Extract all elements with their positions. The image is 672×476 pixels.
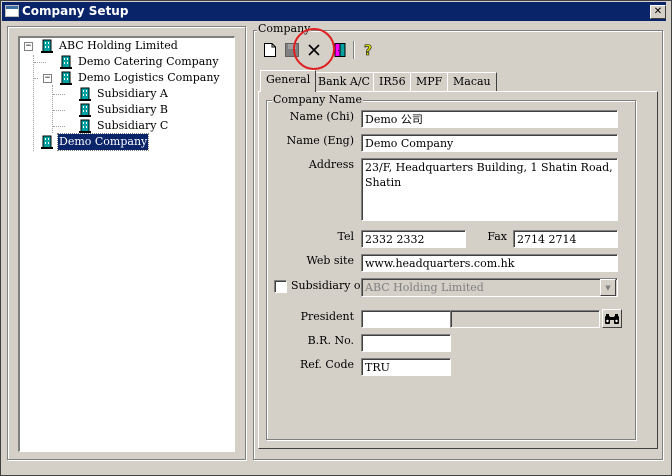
tab-ir56[interactable]: IR56 bbox=[373, 72, 412, 91]
building-icon bbox=[79, 119, 91, 133]
president-lookup-button[interactable] bbox=[602, 309, 622, 328]
address-label: Address bbox=[308, 158, 354, 171]
tree-connector bbox=[34, 62, 46, 63]
website-label: Web site bbox=[306, 254, 354, 267]
tree-connector bbox=[34, 78, 38, 79]
new-button[interactable] bbox=[260, 40, 280, 60]
name-eng-field[interactable]: Demo Company bbox=[361, 134, 618, 152]
app-window-icon bbox=[5, 5, 19, 17]
name-chi-field[interactable]: Demo 公司 bbox=[361, 110, 618, 128]
collapse-toggle[interactable]: − bbox=[43, 74, 52, 83]
close-button[interactable]: ✕ bbox=[650, 5, 666, 19]
fax-label: Fax bbox=[487, 230, 507, 243]
tree-connector bbox=[53, 94, 65, 95]
close-icon: ✕ bbox=[653, 6, 663, 17]
tree-node-label: Subsidiary A bbox=[97, 87, 168, 100]
company-name-group-title: Company Name bbox=[272, 93, 363, 106]
br-no-field[interactable] bbox=[361, 334, 451, 352]
subsidiary-of-dropdown-button[interactable]: ▼ bbox=[600, 279, 616, 296]
building-icon bbox=[41, 39, 53, 53]
building-icon bbox=[79, 103, 91, 117]
chevron-down-icon: ▼ bbox=[605, 283, 611, 292]
tab-mpf[interactable]: MPF bbox=[410, 72, 449, 91]
website-field[interactable]: www.headquarters.com.hk bbox=[361, 254, 618, 272]
building-icon bbox=[79, 87, 91, 101]
tree-node-label: Subsidiary B bbox=[97, 103, 168, 116]
tab-bank-ac[interactable]: Bank A/C bbox=[312, 72, 376, 91]
company-tree[interactable]: − − ABC Holding Limited Demo Catering Co… bbox=[18, 36, 235, 452]
window-title: Company Setup bbox=[22, 4, 129, 18]
tab-macau[interactable]: Macau bbox=[447, 72, 497, 91]
tree-connector bbox=[53, 110, 65, 111]
address-field[interactable]: 23/F, Headquarters Building, 1 Shatin Ro… bbox=[361, 158, 618, 221]
tel-label: Tel bbox=[337, 230, 354, 243]
subsidiary-of-combo[interactable]: ABC Holding Limited bbox=[361, 278, 618, 297]
building-icon bbox=[60, 71, 72, 85]
svg-text:?: ? bbox=[364, 43, 372, 58]
president-name-field bbox=[450, 310, 600, 328]
title-bar[interactable]: Company Setup ✕ bbox=[2, 2, 666, 21]
help-button[interactable]: ? bbox=[359, 40, 379, 60]
name-eng-label: Name (Eng) bbox=[286, 134, 354, 147]
building-icon bbox=[60, 55, 72, 69]
president-label: President bbox=[300, 310, 354, 323]
new-document-icon bbox=[264, 43, 276, 57]
tel-field[interactable]: 2332 2332 bbox=[361, 230, 466, 248]
br-no-label: B.R. No. bbox=[307, 334, 354, 347]
tree-node-label: Subsidiary C bbox=[97, 119, 169, 132]
highlight-circle bbox=[293, 28, 335, 70]
tree-node-label: Demo Catering Company bbox=[78, 55, 219, 68]
building-icon bbox=[41, 135, 53, 149]
ref-code-field[interactable]: TRU bbox=[361, 358, 451, 376]
president-code-field[interactable] bbox=[361, 310, 451, 328]
tree-node-label: Demo Company bbox=[56, 133, 150, 151]
binoculars-icon bbox=[605, 313, 619, 324]
ref-code-label: Ref. Code bbox=[299, 358, 354, 371]
fax-field[interactable]: 2714 2714 bbox=[513, 230, 618, 248]
tree-node-label: ABC Holding Limited bbox=[59, 39, 178, 52]
subsidiary-of-checkbox[interactable] bbox=[274, 280, 287, 293]
collapse-toggle[interactable]: − bbox=[24, 42, 33, 51]
tab-general[interactable]: General bbox=[260, 70, 317, 92]
tree-connector bbox=[33, 55, 34, 151]
name-chi-label: Name (Chi) bbox=[289, 110, 354, 123]
help-icon: ? bbox=[364, 43, 373, 58]
subsidiary-of-label: Subsidiary of : bbox=[291, 279, 372, 292]
tree-node-label: Demo Logistics Company bbox=[78, 71, 220, 84]
toolbar-separator bbox=[353, 41, 355, 59]
tree-connector bbox=[53, 126, 65, 127]
